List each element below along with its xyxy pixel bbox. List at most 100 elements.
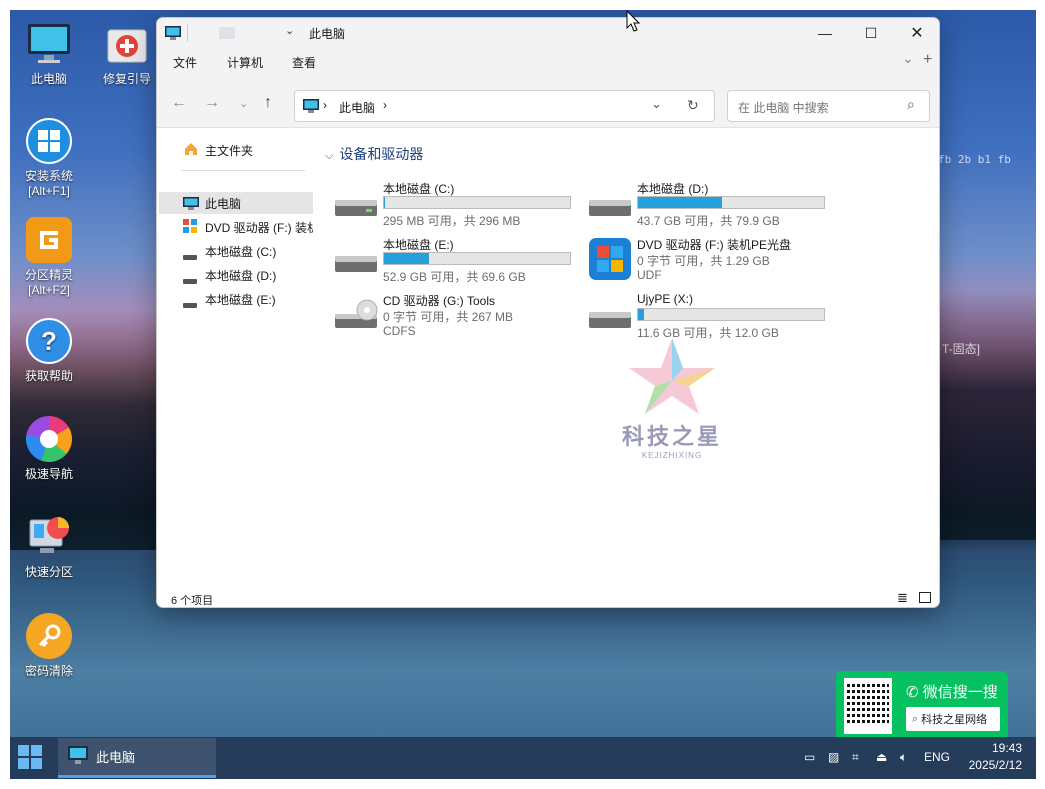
minimize-button[interactable]: — bbox=[802, 18, 848, 48]
badge-title: ✆ 微信搜一搜 bbox=[906, 684, 998, 701]
language-indicator[interactable]: ENG bbox=[924, 750, 950, 764]
badge-search-text: 科技之星网络 bbox=[921, 714, 988, 726]
usage-bar bbox=[383, 252, 571, 265]
history-chevron-icon[interactable]: ⌄ bbox=[651, 96, 662, 112]
dvd-drive-icon bbox=[183, 219, 197, 236]
drive-tile-d[interactable]: 本地磁盘 (D:) 43.7 GB 可用，共 79.9 GB bbox=[587, 180, 837, 230]
recent-chevron-icon[interactable]: ⌄ bbox=[239, 97, 248, 110]
drive-filesystem: UDF bbox=[637, 268, 662, 282]
wechat-icon: ✆ bbox=[906, 684, 919, 701]
drive-name: 本地磁盘 (C:) bbox=[383, 182, 455, 196]
chevron-down-icon: ⌵ bbox=[325, 150, 334, 162]
chevron-down-icon[interactable]: ⌄ bbox=[285, 24, 294, 37]
usage-bar-fill bbox=[384, 253, 429, 264]
content-pane: ⌵ 设备和驱动器 本地磁盘 (C:) 295 MB 可用，共 296 MB 本地磁… bbox=[317, 129, 939, 589]
drive-name: CD 驱动器 (G:) Tools bbox=[383, 294, 496, 308]
drive-space: 295 MB 可用，共 296 MB bbox=[383, 214, 521, 228]
hard-drive-icon bbox=[183, 273, 197, 286]
explorer-window: ⌄ 此电脑 — ☐ ✕ 文件 计算机 查看 ⌄ + ← → ⌄ ↑ › 此电脑 bbox=[156, 17, 940, 608]
desktop-icon-repair-boot[interactable]: 修复引导 bbox=[88, 20, 166, 87]
up-arrow-icon[interactable]: ↑ bbox=[264, 94, 272, 112]
clock[interactable]: 19:43 2025/2/12 bbox=[969, 740, 1022, 774]
sidebar-item-home[interactable]: 主文件夹 bbox=[159, 139, 313, 161]
desktop-icon-help[interactable]: ? 获取帮助 bbox=[10, 317, 88, 384]
address-box[interactable]: › 此电脑 › ⌄ ↻ bbox=[294, 90, 715, 122]
background-text: fb 2b b1 fb bbox=[938, 153, 1011, 166]
desktop-icon-this-pc[interactable]: 此电脑 bbox=[10, 20, 88, 87]
monitor-icon bbox=[183, 197, 199, 213]
taskbar: 此电脑 ▭ ▨ ⌗ ⏏ 🔈︎ ENG 19:43 2025/2/12 bbox=[10, 737, 1036, 779]
image-tray-icon[interactable]: ▨ bbox=[828, 750, 839, 764]
hard-drive-icon bbox=[183, 249, 197, 262]
chevron-right-icon: › bbox=[383, 98, 387, 112]
qr-code bbox=[844, 678, 892, 734]
menu-view[interactable]: 查看 bbox=[292, 54, 316, 71]
add-icon[interactable]: + bbox=[923, 51, 932, 69]
window-title: 此电脑 bbox=[309, 27, 346, 41]
usage-bar bbox=[383, 196, 571, 209]
hard-drive-icon bbox=[333, 242, 379, 280]
tiles-view-icon[interactable] bbox=[919, 592, 931, 603]
drive-tile-cd-g[interactable]: CD 驱动器 (G:) Tools 0 字节 可用，共 267 MB CDFS bbox=[333, 292, 583, 342]
desktop-icon-install-system[interactable]: 安装系统 [Alt+F1] bbox=[10, 117, 88, 199]
wechat-search-badge[interactable]: ✆ 微信搜一搜 ⌕ 科技之星网络 bbox=[836, 671, 1008, 741]
sidebar-item-label: DVD 驱动器 (F:) 装机 bbox=[205, 220, 313, 235]
desktop-icon-label: 密码清除 bbox=[24, 664, 73, 678]
search-icon: ⌕ bbox=[912, 712, 919, 725]
sidebar-item-dvd[interactable]: DVD 驱动器 (F:) 装机 bbox=[159, 216, 313, 238]
refresh-icon[interactable]: ↻ bbox=[687, 97, 699, 114]
back-arrow-icon[interactable]: ← bbox=[171, 94, 187, 112]
sidebar-item-disk-d[interactable]: 本地磁盘 (D:) bbox=[159, 264, 313, 286]
question-icon: ? bbox=[26, 318, 72, 364]
taskbar-app-this-pc[interactable]: 此电脑 bbox=[58, 738, 216, 778]
hard-drive-icon bbox=[587, 298, 633, 336]
monitor-icon bbox=[68, 746, 88, 767]
browser-icon bbox=[25, 415, 73, 463]
badge-search-box[interactable]: ⌕ 科技之星网络 bbox=[906, 707, 1000, 731]
chevron-down-icon[interactable]: ⌄ bbox=[902, 50, 914, 67]
search-icon[interactable]: ⌕ bbox=[907, 96, 915, 113]
drive-tile-dvd-f[interactable]: DVD 驱动器 (F:) 装机PE光盘 0 字节 可用，共 1.29 GB UD… bbox=[587, 236, 837, 286]
drive-space: 52.9 GB 可用，共 69.6 GB bbox=[383, 270, 526, 284]
drive-name: 本地磁盘 (D:) bbox=[637, 182, 709, 196]
volume-icon[interactable]: 🔈︎ bbox=[900, 750, 907, 765]
drive-tile-x[interactable]: UjyPE (X:) 11.6 GB 可用，共 12.0 GB bbox=[587, 292, 837, 342]
address-location[interactable]: 此电脑 bbox=[339, 99, 375, 116]
monitor-icon bbox=[303, 99, 319, 116]
menu-computer[interactable]: 计算机 bbox=[227, 54, 263, 71]
group-header[interactable]: ⌵ 设备和驱动器 bbox=[325, 144, 423, 164]
desktop-icon-partition-wizard[interactable]: 分区精灵 [Alt+F2] bbox=[10, 216, 88, 298]
monitor-tray-icon[interactable]: ▭ bbox=[804, 750, 815, 764]
usage-bar bbox=[637, 308, 825, 321]
hard-drive-icon bbox=[183, 297, 197, 310]
key-icon bbox=[26, 613, 72, 659]
sidebar-item-label: 本地磁盘 (E:) bbox=[205, 292, 276, 307]
desktop-icon-label: 获取帮助 bbox=[24, 369, 73, 383]
desktop-icon-speed-nav[interactable]: 极速导航 bbox=[10, 415, 88, 482]
start-button[interactable] bbox=[18, 745, 44, 771]
forward-arrow-icon[interactable]: → bbox=[204, 94, 220, 112]
clock-date: 2025/2/12 bbox=[968, 758, 1022, 772]
desktop-icon-label: 此电脑 bbox=[30, 72, 67, 86]
desktop-icon-quick-partition[interactable]: 快速分区 bbox=[10, 513, 88, 580]
maximize-button[interactable]: ☐ bbox=[848, 18, 894, 48]
search-input[interactable]: 在 此电脑 中搜索 ⌕ bbox=[727, 90, 930, 122]
network-icon[interactable]: ⌗ bbox=[852, 750, 859, 765]
drive-tile-e[interactable]: 本地磁盘 (E:) 52.9 GB 可用，共 69.6 GB bbox=[333, 236, 583, 286]
desktop-icon-password-clear[interactable]: 密码清除 bbox=[10, 612, 88, 679]
desktop-icon-shortcut: [Alt+F2] bbox=[28, 283, 70, 297]
watermark-logo: 科技之星 KEJIZHIXING bbox=[617, 336, 727, 486]
sidebar-item-disk-e[interactable]: 本地磁盘 (E:) bbox=[159, 288, 313, 310]
details-view-icon[interactable]: ≣ bbox=[897, 590, 908, 606]
item-count: 6 个项目 bbox=[171, 595, 214, 607]
sidebar-item-disk-c[interactable]: 本地磁盘 (C:) bbox=[159, 240, 313, 262]
star-logo-icon bbox=[629, 338, 715, 414]
drive-tile-c[interactable]: 本地磁盘 (C:) 295 MB 可用，共 296 MB bbox=[333, 180, 583, 230]
watermark-text: 科技之星 bbox=[621, 424, 722, 450]
desktop: fb 2b b1 fb T-固态] 此电脑 修复引导 安装系统 [Alt+F1]… bbox=[10, 10, 1036, 779]
usb-icon[interactable]: ⏏ bbox=[876, 750, 887, 764]
sidebar-item-this-pc[interactable]: 此电脑 bbox=[159, 192, 313, 214]
menu-file[interactable]: 文件 bbox=[173, 54, 197, 71]
close-button[interactable]: ✕ bbox=[894, 18, 939, 48]
medkit-icon bbox=[103, 20, 151, 68]
